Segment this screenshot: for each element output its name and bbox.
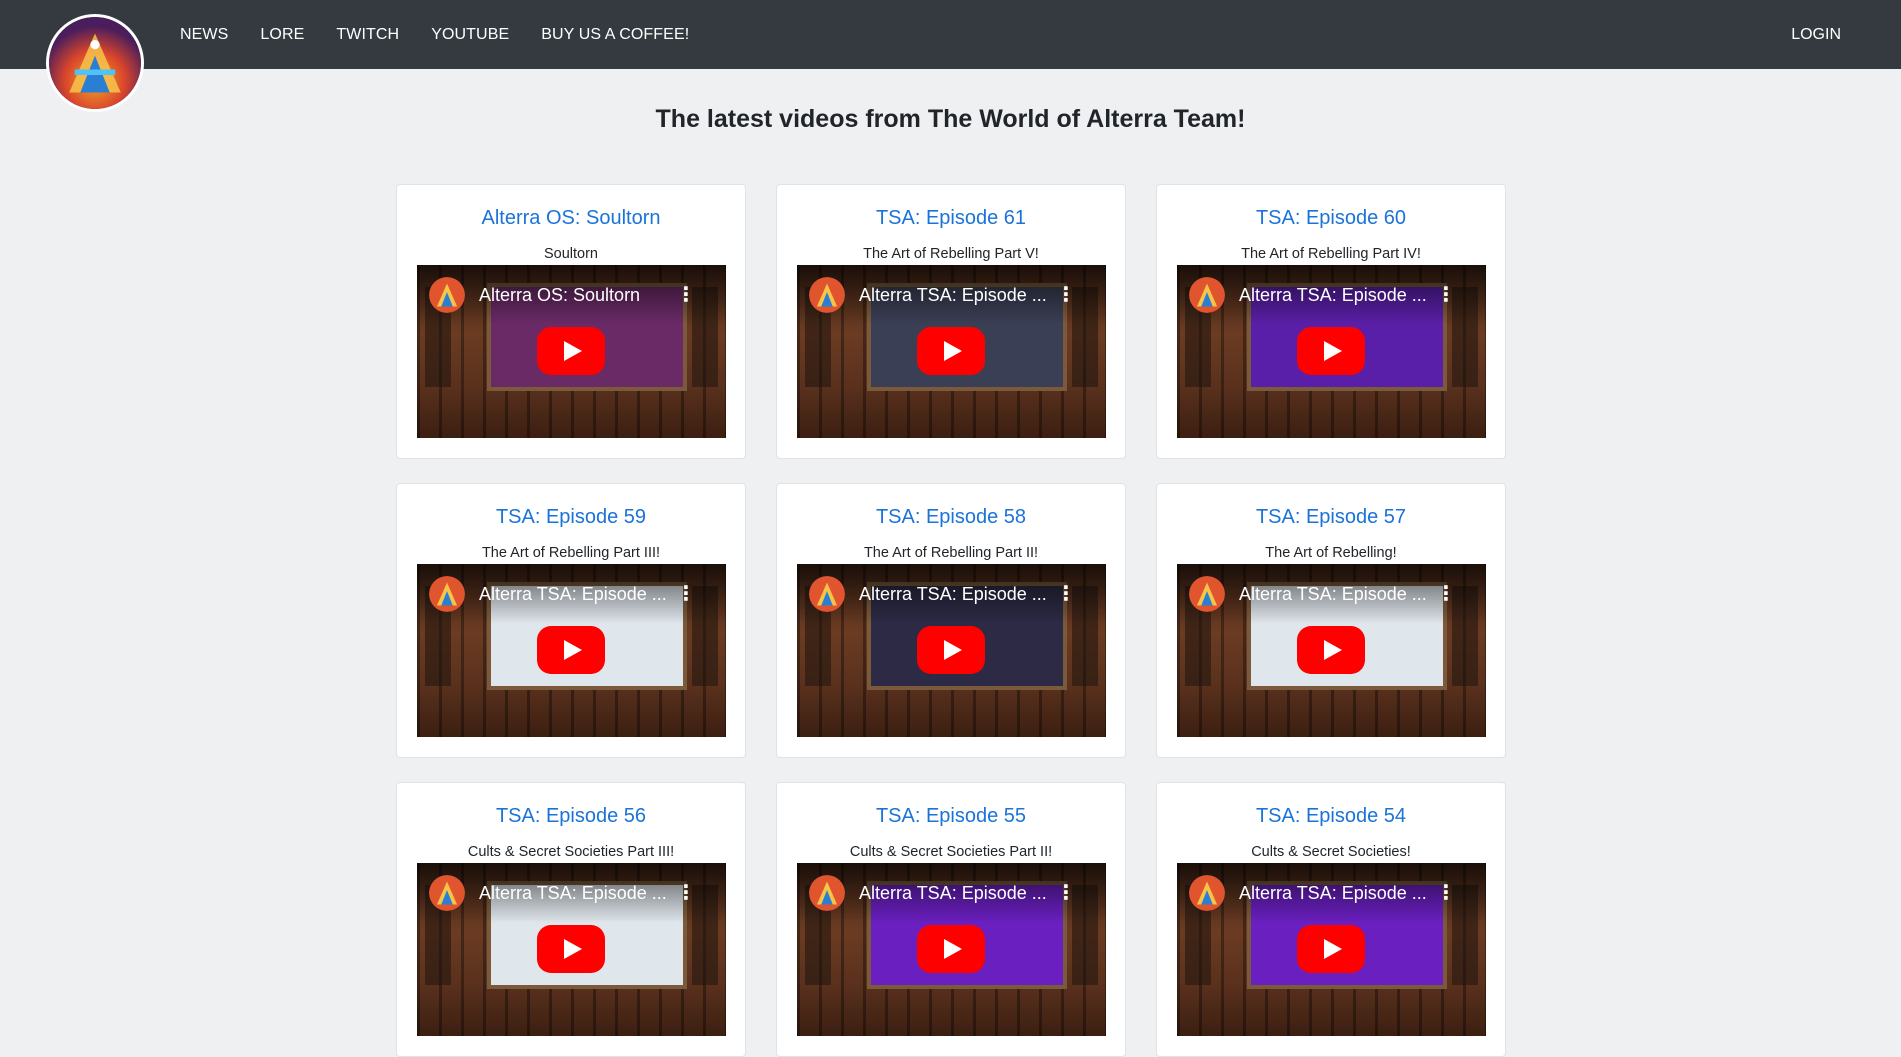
embed-video-title[interactable]: Alterra TSA: Episode ...	[479, 883, 679, 904]
video-card: TSA: Episode 55 Cults & Secret Societies…	[776, 782, 1126, 1057]
page-title: The latest videos from The World of Alte…	[655, 105, 1246, 133]
nav-link-news[interactable]: NEWS	[180, 26, 228, 44]
video-card: TSA: Episode 57 The Art of Rebelling! Al…	[1156, 483, 1506, 758]
video-card: TSA: Episode 61 The Art of Rebelling Par…	[776, 184, 1126, 459]
embed-video-title[interactable]: Alterra TSA: Episode ...	[1239, 584, 1439, 605]
video-card: Alterra OS: Soultorn Soultorn Alterra OS…	[396, 184, 746, 459]
more-options-icon[interactable]: ⋮	[1056, 285, 1076, 305]
youtube-embed[interactable]: Alterra TSA: Episode ... ⋮	[417, 863, 726, 1036]
embed-video-title[interactable]: Alterra TSA: Episode ...	[1239, 883, 1439, 904]
youtube-play-button-icon[interactable]	[537, 626, 605, 674]
youtube-play-button-icon[interactable]	[917, 626, 985, 674]
video-grid: Alterra OS: Soultorn Soultorn Alterra OS…	[396, 184, 1506, 1057]
more-options-icon[interactable]: ⋮	[676, 285, 696, 305]
nav-link-twitch[interactable]: TWITCH	[336, 26, 399, 44]
embed-video-title[interactable]: Alterra TSA: Episode ...	[859, 285, 1059, 306]
nav-link-lore[interactable]: LORE	[260, 26, 304, 44]
youtube-embed[interactable]: Alterra TSA: Episode ... ⋮	[417, 564, 726, 737]
alterra-logo-icon	[49, 17, 141, 109]
youtube-play-button-icon[interactable]	[537, 925, 605, 973]
video-card: TSA: Episode 54 Cults & Secret Societies…	[1156, 782, 1506, 1057]
channel-avatar-icon[interactable]	[809, 875, 845, 911]
more-options-icon[interactable]: ⋮	[1436, 285, 1456, 305]
channel-avatar-icon[interactable]	[809, 277, 845, 313]
youtube-play-button-icon[interactable]	[917, 925, 985, 973]
more-options-icon[interactable]: ⋮	[676, 883, 696, 903]
video-card-title[interactable]: TSA: Episode 60	[1157, 207, 1505, 230]
video-card-subtitle: The Art of Rebelling Part IV!	[1241, 246, 1421, 262]
nav-links: NEWS LORE TWITCH YOUTUBE BUY US A COFFEE…	[164, 0, 705, 69]
channel-avatar-icon[interactable]	[1189, 277, 1225, 313]
channel-avatar-icon[interactable]	[1189, 875, 1225, 911]
youtube-embed[interactable]: Alterra TSA: Episode ... ⋮	[797, 265, 1106, 438]
youtube-embed[interactable]: Alterra TSA: Episode ... ⋮	[797, 564, 1106, 737]
site-logo[interactable]	[46, 14, 144, 112]
more-options-icon[interactable]: ⋮	[1436, 584, 1456, 604]
channel-avatar-icon[interactable]	[429, 277, 465, 313]
video-card: TSA: Episode 60 The Art of Rebelling Par…	[1156, 184, 1506, 459]
video-card: TSA: Episode 58 The Art of Rebelling Par…	[776, 483, 1126, 758]
login-link[interactable]: LOGIN	[1791, 0, 1841, 69]
video-card-title[interactable]: TSA: Episode 59	[397, 506, 745, 529]
video-card-title[interactable]: TSA: Episode 58	[777, 506, 1125, 529]
video-card-subtitle: The Art of Rebelling Part II!	[863, 545, 1039, 561]
video-card-title[interactable]: TSA: Episode 56	[397, 805, 745, 828]
video-card-subtitle: The Art of Rebelling Part V!	[863, 246, 1039, 262]
embed-video-title[interactable]: Alterra TSA: Episode ...	[859, 584, 1059, 605]
channel-avatar-icon[interactable]	[429, 576, 465, 612]
nav-link-youtube[interactable]: YOUTUBE	[431, 26, 509, 44]
video-card-subtitle: Cults & Secret Societies Part II!	[849, 844, 1053, 860]
video-card-title[interactable]: TSA: Episode 55	[777, 805, 1125, 828]
video-card-subtitle: Soultorn	[543, 246, 598, 262]
video-card-title[interactable]: TSA: Episode 61	[777, 207, 1125, 230]
video-card-title[interactable]: TSA: Episode 57	[1157, 506, 1505, 529]
video-card-subtitle: Cults & Secret Societies Part III!	[467, 844, 675, 860]
video-card: TSA: Episode 56 Cults & Secret Societies…	[396, 782, 746, 1057]
video-card-subtitle: The Art of Rebelling Part III!	[481, 545, 661, 561]
video-card: TSA: Episode 59 The Art of Rebelling Par…	[396, 483, 746, 758]
embed-video-title[interactable]: Alterra TSA: Episode ...	[1239, 285, 1439, 306]
channel-avatar-icon[interactable]	[429, 875, 465, 911]
top-navbar: NEWS LORE TWITCH YOUTUBE BUY US A COFFEE…	[0, 0, 1901, 69]
more-options-icon[interactable]: ⋮	[1056, 584, 1076, 604]
youtube-embed[interactable]: Alterra TSA: Episode ... ⋮	[1177, 863, 1486, 1036]
nav-link-buy-us-a-coffee[interactable]: BUY US A COFFEE!	[541, 26, 689, 44]
youtube-play-button-icon[interactable]	[1297, 925, 1365, 973]
embed-video-title[interactable]: Alterra TSA: Episode ...	[479, 584, 679, 605]
youtube-embed[interactable]: Alterra TSA: Episode ... ⋮	[797, 863, 1106, 1036]
youtube-play-button-icon[interactable]	[917, 327, 985, 375]
embed-video-title[interactable]: Alterra TSA: Episode ...	[859, 883, 1059, 904]
more-options-icon[interactable]: ⋮	[1056, 883, 1076, 903]
video-card-subtitle: The Art of Rebelling!	[1265, 545, 1397, 561]
youtube-play-button-icon[interactable]	[1297, 327, 1365, 375]
youtube-play-button-icon[interactable]	[537, 327, 605, 375]
channel-avatar-icon[interactable]	[809, 576, 845, 612]
video-card-title[interactable]: Alterra OS: Soultorn	[397, 207, 745, 230]
video-card-subtitle: Cults & Secret Societies!	[1251, 844, 1411, 860]
more-options-icon[interactable]: ⋮	[1436, 883, 1456, 903]
embed-video-title[interactable]: Alterra OS: Soultorn	[479, 285, 679, 306]
youtube-embed[interactable]: Alterra TSA: Episode ... ⋮	[1177, 265, 1486, 438]
video-card-title[interactable]: TSA: Episode 54	[1157, 805, 1505, 828]
channel-avatar-icon[interactable]	[1189, 576, 1225, 612]
youtube-embed[interactable]: Alterra TSA: Episode ... ⋮	[1177, 564, 1486, 737]
youtube-play-button-icon[interactable]	[1297, 626, 1365, 674]
more-options-icon[interactable]: ⋮	[676, 584, 696, 604]
youtube-embed[interactable]: Alterra OS: Soultorn ⋮	[417, 265, 726, 438]
